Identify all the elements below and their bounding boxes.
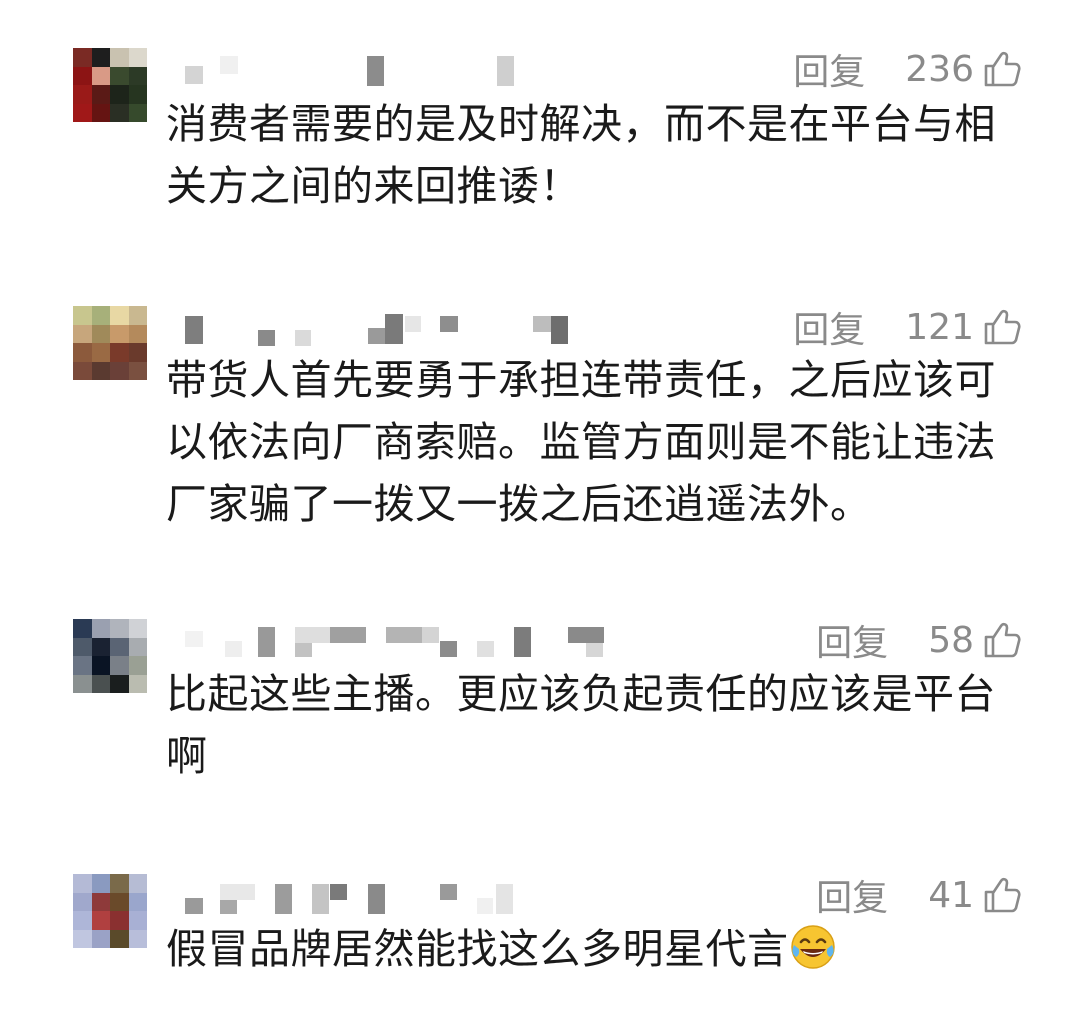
username-masked	[0, 882, 700, 914]
reply-button[interactable]: 回复	[793, 43, 865, 95]
thumb-up-icon[interactable]	[982, 49, 1022, 89]
thumb-up-icon[interactable]	[982, 307, 1022, 347]
like-count: 236	[905, 48, 974, 90]
username-masked	[0, 627, 700, 657]
comment-text-content: 假冒品牌居然能找这么多明星代言	[166, 925, 789, 973]
like-count: 121	[905, 306, 974, 348]
comment-text: 比起这些主播。更应该负起责任的应该是平台啊	[166, 670, 996, 780]
reply-button[interactable]: 回复	[816, 614, 888, 666]
comment-item: 回复 121 带货人首先要勇于承担连带责任，之后应该可以依法向厂商索赔。监管方面…	[0, 306, 1080, 536]
comment-actions: 回复 58	[816, 615, 1022, 665]
comment-item: 回复 58 比起这些主播。更应该负起责任的应该是平台啊	[0, 619, 1080, 789]
comment-actions: 回复 41	[816, 870, 1022, 920]
comment-item: 回复 41 假冒品牌居然能找这么多明星代言	[0, 874, 1080, 1004]
reply-button[interactable]: 回复	[816, 869, 888, 921]
comment-actions: 回复 121	[793, 302, 1022, 352]
thumb-up-icon[interactable]	[982, 875, 1022, 915]
comment-text: 消费者需要的是及时解决，而不是在平台与相关方之间的来回推诿！	[166, 100, 996, 210]
comment-item: 回复 236 消费者需要的是及时解决，而不是在平台与相关方之间的来回推诿！	[0, 48, 1080, 238]
like-count: 58	[928, 619, 974, 661]
like-count: 41	[928, 874, 974, 916]
thumb-up-icon[interactable]	[982, 620, 1022, 660]
username-masked	[0, 314, 700, 346]
comment-text: 带货人首先要勇于承担连带责任，之后应该可以依法向厂商索赔。监管方面则是不能让违法…	[166, 356, 996, 528]
comment-text: 假冒品牌居然能找这么多明星代言	[166, 918, 1016, 980]
reply-button[interactable]: 回复	[793, 301, 865, 353]
username-masked	[0, 56, 700, 86]
laughing-tears-emoji-icon	[789, 923, 837, 971]
comment-actions: 回复 236	[793, 44, 1022, 94]
